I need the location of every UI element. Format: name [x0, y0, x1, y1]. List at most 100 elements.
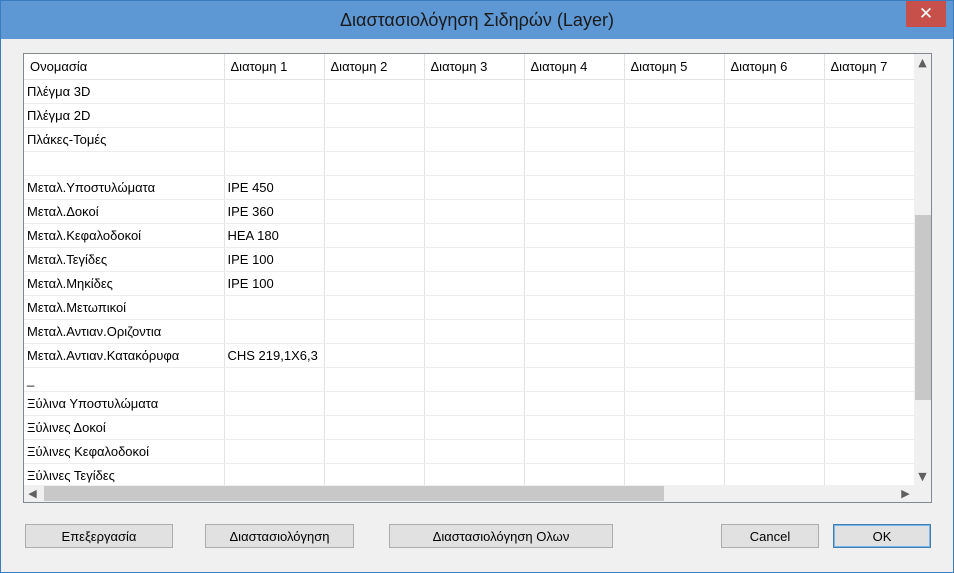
layer-name-cell[interactable]: Ξύλινες Τεγίδες: [24, 463, 225, 488]
section-cell[interactable]: [324, 271, 425, 296]
section-cell[interactable]: [424, 127, 525, 152]
section-cell[interactable]: [624, 319, 725, 344]
section-cell[interactable]: [424, 319, 525, 344]
layer-name-cell[interactable]: Ξύλινα Υποστυλώματα: [24, 391, 225, 416]
section-cell[interactable]: [324, 295, 425, 320]
section-cell[interactable]: HEA 180: [224, 223, 325, 248]
section-cell[interactable]: [624, 295, 725, 320]
section-cell[interactable]: [524, 463, 625, 488]
layer-name-cell[interactable]: Μεταλ.Τεγίδες: [24, 247, 225, 272]
column-header-section-1[interactable]: Διατομη 1: [224, 54, 325, 80]
section-cell[interactable]: [424, 199, 525, 224]
section-cell[interactable]: [724, 415, 825, 440]
section-cell[interactable]: [524, 439, 625, 464]
section-cell[interactable]: [324, 463, 425, 488]
section-cell[interactable]: [724, 319, 825, 344]
column-header-section-5[interactable]: Διατομη 5: [624, 54, 725, 80]
layer-name-cell[interactable]: Μεταλ.Μετωπικοί: [24, 295, 225, 320]
section-cell[interactable]: [824, 127, 925, 152]
dimension-all-button[interactable]: Διαστασιολόγηση Ολων: [389, 524, 613, 548]
section-cell[interactable]: [824, 199, 925, 224]
section-cell[interactable]: [824, 463, 925, 488]
section-cell[interactable]: [724, 151, 825, 176]
column-header-section-7[interactable]: Διατομη 7: [824, 54, 925, 80]
section-cell[interactable]: IPE 100: [224, 247, 325, 272]
section-cell[interactable]: [424, 175, 525, 200]
section-cell[interactable]: [724, 175, 825, 200]
column-header-name[interactable]: Ονομασία: [24, 54, 225, 80]
section-cell[interactable]: [724, 103, 825, 128]
section-cell[interactable]: [724, 247, 825, 272]
table-row[interactable]: Μεταλ.Μετωπικοί: [24, 295, 925, 320]
section-cell[interactable]: [724, 463, 825, 488]
section-cell[interactable]: [324, 199, 425, 224]
section-cell[interactable]: [324, 127, 425, 152]
section-cell[interactable]: [624, 271, 725, 296]
section-cell[interactable]: [224, 415, 325, 440]
section-cell[interactable]: [424, 223, 525, 248]
dimension-button[interactable]: Διαστασιολόγηση: [205, 524, 354, 548]
section-cell[interactable]: [724, 127, 825, 152]
section-cell[interactable]: [724, 367, 825, 392]
section-cell[interactable]: [624, 151, 725, 176]
section-cell[interactable]: [324, 175, 425, 200]
section-cell[interactable]: [624, 103, 725, 128]
section-cell[interactable]: IPE 360: [224, 199, 325, 224]
section-cell[interactable]: [624, 439, 725, 464]
section-cell[interactable]: [224, 127, 325, 152]
section-cell[interactable]: [624, 199, 725, 224]
section-cell[interactable]: [724, 223, 825, 248]
section-cell[interactable]: [524, 343, 625, 368]
section-cell[interactable]: [324, 367, 425, 392]
section-cell[interactable]: [424, 247, 525, 272]
section-cell[interactable]: [624, 343, 725, 368]
section-cell[interactable]: [624, 223, 725, 248]
layer-name-cell[interactable]: Μεταλ.Υποστυλώματα: [24, 175, 225, 200]
table-row[interactable]: Μεταλ.Μηκίδες IPE 100: [24, 271, 925, 296]
cancel-button[interactable]: Cancel: [721, 524, 819, 548]
section-cell[interactable]: IPE 450: [224, 175, 325, 200]
column-header-section-4[interactable]: Διατομη 4: [524, 54, 625, 80]
section-cell[interactable]: [324, 343, 425, 368]
section-cell[interactable]: [224, 463, 325, 488]
section-cell[interactable]: [424, 463, 525, 488]
layer-name-cell[interactable]: Ξύλινες Κεφαλοδοκοί: [24, 439, 225, 464]
section-cell[interactable]: [524, 127, 625, 152]
layer-name-cell[interactable]: [24, 151, 225, 176]
scroll-right-arrow-icon[interactable]: ▶: [897, 485, 914, 502]
section-cell[interactable]: [224, 103, 325, 128]
table-row[interactable]: [24, 151, 925, 176]
scroll-left-arrow-icon[interactable]: ◀: [24, 485, 41, 502]
layer-name-cell[interactable]: _: [24, 367, 225, 392]
section-cell[interactable]: [624, 247, 725, 272]
section-cell[interactable]: [524, 151, 625, 176]
section-cell[interactable]: [524, 199, 625, 224]
layer-name-cell[interactable]: Πλάκες-Τομές: [24, 127, 225, 152]
section-cell[interactable]: [224, 151, 325, 176]
section-cell[interactable]: [424, 415, 525, 440]
vertical-scrollbar[interactable]: ▲ ▼: [914, 54, 931, 485]
section-cell[interactable]: [324, 391, 425, 416]
section-cell[interactable]: [824, 343, 925, 368]
table-row[interactable]: Μεταλ.Τεγίδες IPE 100: [24, 247, 925, 272]
table-row[interactable]: _: [24, 367, 925, 392]
section-cell[interactable]: [224, 439, 325, 464]
table-row[interactable]: Πλέγμα 3D: [24, 79, 925, 104]
section-cell[interactable]: [824, 295, 925, 320]
layer-name-cell[interactable]: Μεταλ.Αντιαν.Κατακόρυφα: [24, 343, 225, 368]
section-cell[interactable]: [524, 175, 625, 200]
layer-name-cell[interactable]: Πλέγμα 2D: [24, 103, 225, 128]
section-cell[interactable]: [224, 79, 325, 104]
section-cell[interactable]: [424, 295, 525, 320]
section-cell[interactable]: [824, 175, 925, 200]
section-cell[interactable]: [524, 79, 625, 104]
section-cell[interactable]: [324, 415, 425, 440]
section-cell[interactable]: [724, 343, 825, 368]
section-cell[interactable]: [824, 319, 925, 344]
section-cell[interactable]: [524, 223, 625, 248]
ok-button[interactable]: OK: [833, 524, 931, 548]
vertical-scroll-thumb[interactable]: [915, 215, 931, 400]
section-cell[interactable]: [424, 367, 525, 392]
section-cell[interactable]: [424, 439, 525, 464]
section-cell[interactable]: [824, 79, 925, 104]
